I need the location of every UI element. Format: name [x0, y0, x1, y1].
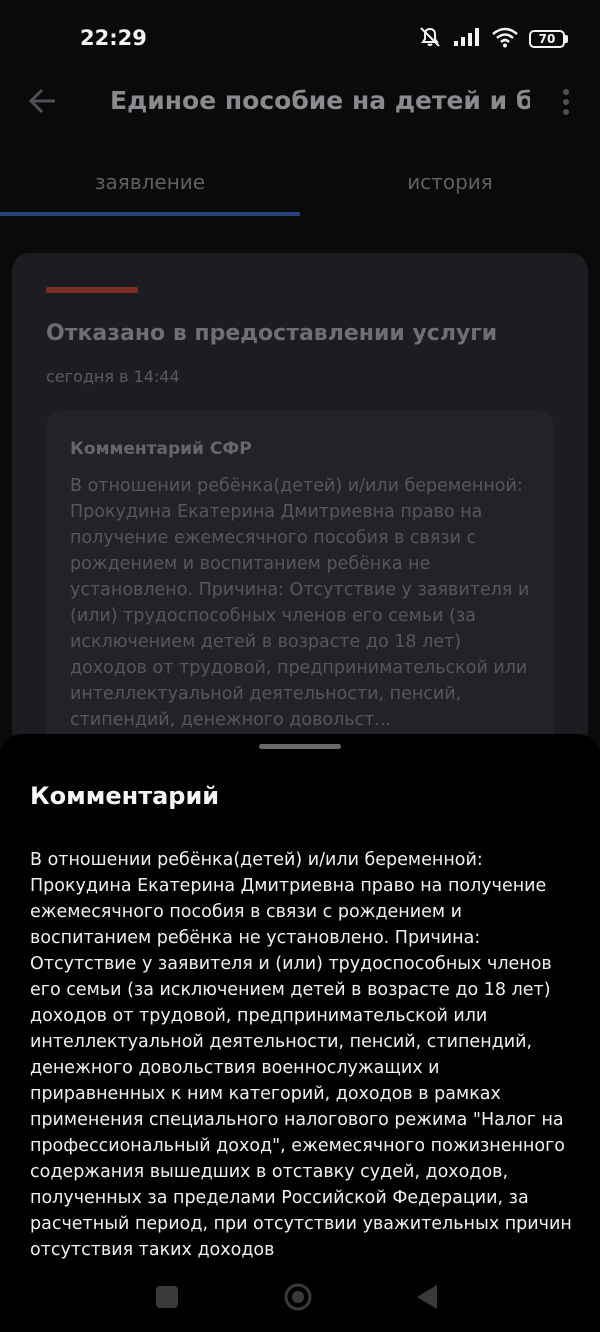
status-time-label: сегодня в 14:44: [46, 367, 180, 386]
triangle-back-icon: [417, 1285, 437, 1309]
sheet-comment-text: В отношении ребёнка(детей) и/или беремен…: [30, 850, 572, 1260]
status-icons: 70: [417, 26, 568, 52]
comment-preview-title: Комментарий СФР: [70, 439, 252, 459]
comment-preview-box[interactable]: Комментарий СФР В отношении ребёнка(дете…: [46, 411, 554, 753]
bell-off-icon: [417, 25, 443, 53]
back-button[interactable]: [28, 86, 58, 116]
active-tab-indicator: [0, 212, 300, 216]
square-icon: [156, 1286, 178, 1308]
status-stripe: [46, 287, 138, 293]
tab-bar: заявление история: [0, 160, 600, 218]
battery-icon: 70: [529, 30, 568, 48]
system-back-button[interactable]: [415, 1278, 441, 1320]
tab-history[interactable]: история: [300, 170, 600, 194]
status-bar: 22:29 70: [0, 0, 600, 78]
status-time: 22:29: [80, 26, 147, 50]
more-vertical-icon: [563, 89, 569, 115]
comment-bottom-sheet: Комментарий В отношении ребёнка(детей) и…: [0, 734, 600, 1332]
battery-level: 70: [529, 30, 565, 48]
application-status-card: Отказано в предоставлении услуги сегодня…: [12, 253, 588, 753]
home-button[interactable]: [283, 1278, 315, 1320]
signal-icon: [453, 27, 481, 51]
wifi-icon: [491, 26, 519, 52]
comment-preview-text: В отношении ребёнка(детей) и/или беремен…: [70, 476, 530, 730]
more-menu-button[interactable]: [556, 88, 576, 118]
app-bar: Единое пособие на детей и бер...: [0, 78, 600, 134]
sheet-title: Комментарий: [30, 782, 220, 810]
circle-icon: [284, 1283, 312, 1311]
sheet-drag-handle[interactable]: [259, 744, 341, 749]
tab-application[interactable]: заявление: [0, 170, 300, 194]
status-title: Отказано в предоставлении услуги: [46, 321, 498, 346]
arrow-left-icon: [28, 88, 55, 114]
page-title: Единое пособие на детей и бер...: [110, 86, 530, 115]
recents-button[interactable]: [155, 1278, 181, 1320]
system-nav-bar: [0, 1262, 600, 1332]
